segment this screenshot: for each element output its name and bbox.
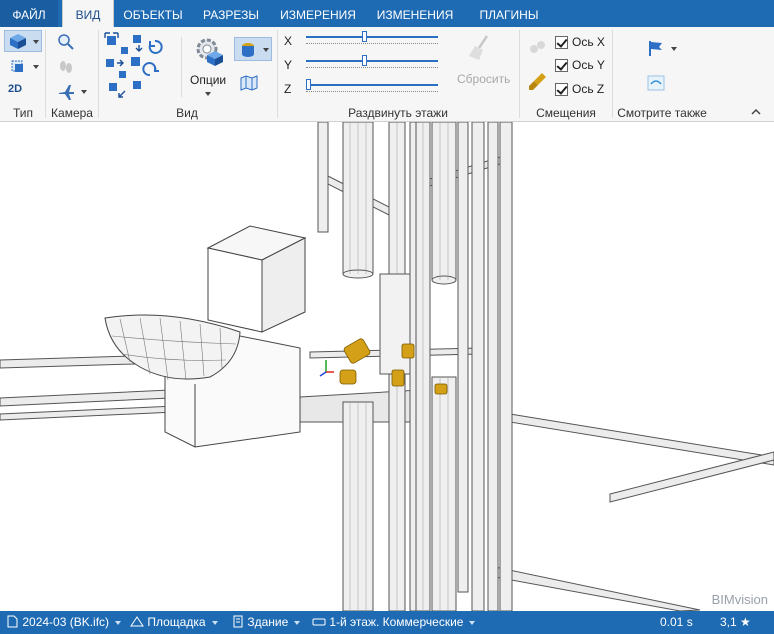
status-file-selector[interactable]: 2024-03 (BK.ifc) bbox=[6, 611, 122, 634]
offset-checkbox-0[interactable] bbox=[555, 36, 568, 49]
slider-track-y[interactable] bbox=[306, 60, 438, 62]
footprints-icon bbox=[60, 61, 72, 73]
view-type-2d-button[interactable]: 2D bbox=[4, 80, 28, 100]
slider-x-label: X bbox=[284, 34, 293, 48]
group-separator bbox=[277, 30, 278, 118]
group-label-type: Тип bbox=[12, 106, 33, 120]
chevron-down-icon bbox=[211, 620, 218, 625]
fly-button[interactable] bbox=[52, 80, 90, 102]
offset-checkbox-1[interactable] bbox=[555, 59, 568, 72]
group-separator bbox=[519, 30, 520, 118]
slider-ticks bbox=[306, 67, 438, 69]
chevron-down-icon bbox=[81, 90, 87, 94]
bimvision-watermark: BIMvision bbox=[711, 592, 768, 607]
status-site-selector[interactable]: Площадка bbox=[130, 611, 218, 634]
status-storey-selector[interactable]: 1-й этаж. Коммерческие bbox=[312, 611, 476, 634]
group-separator bbox=[98, 30, 99, 118]
options-label: Опции bbox=[190, 73, 227, 87]
slider-ticks bbox=[306, 43, 438, 45]
status-file-name: 2024-03 (BK.ifc) bbox=[22, 615, 110, 629]
paint-brush-icon bbox=[529, 73, 546, 90]
display-mode-button[interactable] bbox=[234, 37, 272, 61]
site-icon bbox=[130, 616, 144, 627]
chevron-down-icon bbox=[33, 65, 39, 69]
chevron-down-icon bbox=[205, 92, 211, 96]
model-3d-scene bbox=[0, 122, 774, 611]
tab-measures[interactable]: ИЗМЕРЕНИЯ bbox=[272, 0, 364, 27]
broom-icon bbox=[469, 35, 489, 60]
slider-thumb-y[interactable] bbox=[362, 55, 367, 66]
magnifier-icon bbox=[58, 34, 74, 50]
document-icon bbox=[7, 615, 18, 628]
zoom-button[interactable] bbox=[52, 30, 78, 52]
chevron-down-icon bbox=[294, 620, 301, 625]
reset-button[interactable]: Сбросить bbox=[448, 31, 514, 91]
cube-wire-icon bbox=[11, 60, 23, 72]
group-separator bbox=[181, 37, 182, 97]
model-viewport[interactable]: BIMvision bbox=[0, 122, 774, 611]
group-label-spread-floors: Раздвинуть этажи bbox=[348, 106, 448, 120]
status-building-selector[interactable]: Здание bbox=[232, 611, 301, 634]
offset-points-icon bbox=[530, 41, 545, 53]
offset-checkbox-2[interactable] bbox=[555, 83, 568, 96]
flag-icon bbox=[649, 41, 662, 56]
slider-track-x[interactable] bbox=[306, 36, 438, 38]
reset-label: Сбросить bbox=[457, 72, 511, 86]
status-rating: 3,1 ★ bbox=[720, 615, 751, 629]
storey-icon bbox=[312, 618, 326, 626]
map-button[interactable] bbox=[234, 71, 262, 93]
chevron-down-icon bbox=[115, 620, 122, 625]
slider-thumb-x[interactable] bbox=[362, 31, 367, 42]
group-label-offsets: Смещения bbox=[536, 106, 596, 120]
tab-view[interactable]: ВИД bbox=[62, 0, 114, 28]
ribbon: 2D Тип Камера Опции Вид X Y Z Сбросить Р… bbox=[0, 27, 774, 122]
options-button[interactable]: Опции bbox=[186, 32, 230, 100]
chevron-down-icon bbox=[469, 620, 476, 625]
offset-checkbox-label: Ось X bbox=[572, 35, 605, 49]
see-also-app-button[interactable] bbox=[642, 71, 668, 93]
status-building: Здание bbox=[247, 615, 289, 629]
tab-changes[interactable]: ИЗМЕНЕНИЯ bbox=[368, 0, 462, 27]
tab-objects[interactable]: ОБЪЕКТЫ bbox=[116, 0, 190, 27]
group-label-view: Вид bbox=[176, 106, 198, 120]
slider-z-label: Z bbox=[284, 82, 292, 96]
status-storey: 1-й этаж. Коммерческие bbox=[329, 615, 464, 629]
slider-ticks bbox=[306, 91, 438, 93]
flag-button[interactable] bbox=[642, 37, 680, 59]
view-type-3d-button[interactable] bbox=[4, 30, 42, 52]
status-bar: 2024-03 (BK.ifc) Площадка Здание 1-й эта… bbox=[0, 611, 774, 634]
tab-file[interactable]: ФАЙЛ bbox=[0, 0, 58, 27]
cube-3d-icon bbox=[10, 34, 26, 49]
slider-thumb-z[interactable] bbox=[306, 79, 311, 90]
group-separator bbox=[45, 30, 46, 118]
chevron-down-icon bbox=[263, 48, 269, 52]
slider-track-z[interactable] bbox=[306, 84, 438, 86]
group-label-camera: Камера bbox=[51, 106, 93, 120]
chevron-down-icon bbox=[33, 40, 39, 44]
status-render-time: 0.01 s bbox=[660, 615, 693, 629]
airplane-icon bbox=[59, 85, 74, 100]
building-icon bbox=[233, 615, 243, 628]
group-separator bbox=[612, 30, 613, 118]
gear-icon bbox=[196, 38, 223, 66]
tab-sections[interactable]: РАЗРЕЗЫ bbox=[194, 0, 268, 27]
group-label-see-also: Смотрите также bbox=[617, 106, 707, 120]
chevron-down-icon bbox=[671, 47, 677, 51]
ribbon-tab-bar: ФАЙЛ ВИД ОБЪЕКТЫ РАЗРЕЗЫ ИЗМЕРЕНИЯ ИЗМЕН… bbox=[0, 0, 774, 28]
view-type-wire-button[interactable] bbox=[4, 55, 42, 77]
map-icon bbox=[240, 75, 258, 91]
paint-bucket-icon bbox=[242, 43, 254, 57]
status-site: Площадка bbox=[147, 615, 206, 629]
tab-plugins[interactable]: ПЛАГИНЫ bbox=[468, 0, 550, 27]
slider-y-label: Y bbox=[284, 58, 293, 72]
collapse-ribbon-icon[interactable] bbox=[750, 107, 762, 117]
offset-checkbox-label: Ось Y bbox=[572, 58, 605, 72]
walk-button[interactable] bbox=[52, 55, 78, 77]
view-2d-label: 2D bbox=[8, 83, 23, 95]
offset-checkbox-label: Ось Z bbox=[572, 82, 605, 96]
view-orientation-icons[interactable] bbox=[103, 31, 175, 103]
app-link-icon bbox=[647, 75, 665, 91]
